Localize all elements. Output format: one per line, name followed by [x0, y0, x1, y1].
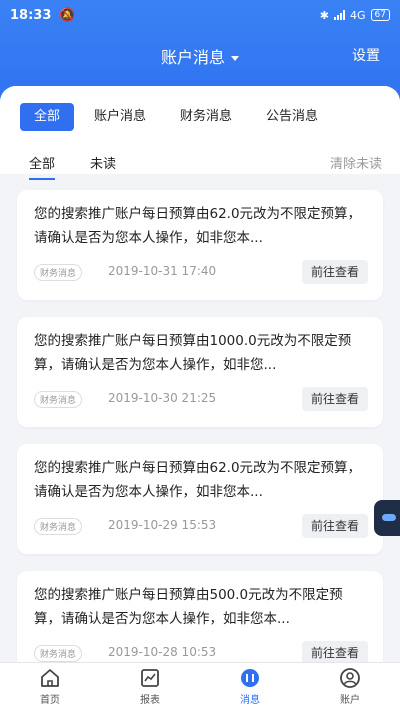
view-button[interactable]: 前往查看	[301, 387, 368, 411]
network-type: 4G	[350, 8, 366, 22]
message-date: 2019-10-30 21:25	[108, 391, 217, 405]
settings-button[interactable]: 设置	[352, 45, 380, 65]
message-footer: 财务消息 2019-10-29 15:53 前往查看	[34, 514, 368, 538]
nav-title-label: 账户消息	[160, 48, 225, 67]
bluetooth-icon: ✱	[319, 8, 330, 22]
tab-report[interactable]: 报表	[120, 667, 180, 706]
tab-message[interactable]: 消息	[220, 667, 280, 706]
home-icon	[41, 669, 59, 687]
subtab-all[interactable]: 全部	[29, 153, 56, 180]
message-card[interactable]: 您的搜索推广账户每日预算由62.0元改为不限定预算，请确认是否为您本人操作，如非…	[17, 190, 383, 300]
message-text: 您的搜索推广账户每日预算由500.0元改为不限定预算，请确认是否为您本人操作，如…	[34, 587, 343, 627]
user-icon	[340, 668, 360, 688]
tab-home[interactable]: 首页	[20, 667, 80, 706]
view-button[interactable]: 前往查看	[301, 514, 368, 538]
message-card[interactable]: 您的搜索推广账户每日预算由1000.0元改为不限定预算，请确认是否为您本人操作，…	[17, 317, 383, 427]
message-date: 2019-10-28 10:53	[108, 645, 217, 659]
message-tag: 财务消息	[34, 264, 83, 281]
chart-icon	[141, 669, 159, 687]
message-tag: 财务消息	[34, 391, 83, 408]
message-text: 您的搜索推广账户每日预算由1000.0元改为不限定预算，请确认是否为您本人操作，…	[34, 333, 352, 373]
tab-account[interactable]: 账户消息	[80, 103, 160, 131]
category-tabs: 全部 账户消息 财务消息 公告消息	[20, 103, 332, 131]
mute-icon: 🔕	[59, 7, 76, 23]
tab-account-nav[interactable]: 账户	[320, 667, 380, 706]
message-footer: 财务消息 2019-10-31 17:40 前往查看	[34, 260, 368, 284]
nav-title-dropdown[interactable]: 账户消息	[0, 44, 400, 68]
message-footer: 财务消息 2019-10-30 21:25 前往查看	[34, 387, 368, 411]
tab-report-label: 报表	[140, 695, 160, 706]
message-text: 您的搜索推广账户每日预算由62.0元改为不限定预算，请确认是否为您本人操作，如非…	[34, 460, 362, 500]
read-filter-tabs: 全部 未读 清除未读	[0, 148, 400, 180]
caret-down-icon	[231, 56, 239, 61]
content-panel: 全部 账户消息 财务消息 公告消息 全部 未读 清除未读 您的搜索推广账户每日预…	[0, 86, 400, 711]
filter-bar: 全部 账户消息 财务消息 公告消息 全部 未读 清除未读	[0, 86, 400, 180]
signal-icon	[334, 10, 346, 20]
message-tag: 财务消息	[34, 645, 83, 662]
tab-message-label: 消息	[240, 695, 260, 706]
clear-unread-button[interactable]: 清除未读	[330, 153, 382, 172]
message-icon	[241, 669, 259, 687]
bottom-tab-bar: 首页 报表 消息 账户	[0, 662, 400, 711]
tab-home-label: 首页	[40, 695, 60, 706]
battery-icon: 67	[370, 9, 390, 21]
floating-assistant-button[interactable]	[374, 500, 400, 536]
status-bar: 18:33 🔕 ✱ 4G 67	[0, 0, 400, 30]
message-date: 2019-10-29 15:53	[108, 518, 217, 532]
tab-account-label: 账户	[340, 695, 360, 706]
message-tag: 财务消息	[34, 518, 83, 535]
subtab-unread[interactable]: 未读	[90, 153, 116, 172]
tab-all[interactable]: 全部	[20, 103, 75, 131]
view-button[interactable]: 前往查看	[301, 260, 368, 284]
tab-announcement[interactable]: 公告消息	[252, 103, 332, 131]
message-text: 您的搜索推广账户每日预算由62.0元改为不限定预算，请确认是否为您本人操作，如非…	[34, 206, 362, 246]
message-date: 2019-10-31 17:40	[108, 264, 217, 278]
nav-bar: 账户消息 设置	[0, 30, 400, 78]
tab-finance[interactable]: 财务消息	[166, 103, 246, 131]
status-time: 18:33	[10, 7, 52, 23]
message-card[interactable]: 您的搜索推广账户每日预算由62.0元改为不限定预算，请确认是否为您本人操作，如非…	[17, 444, 383, 554]
status-indicators: ✱ 4G 67	[320, 9, 390, 22]
